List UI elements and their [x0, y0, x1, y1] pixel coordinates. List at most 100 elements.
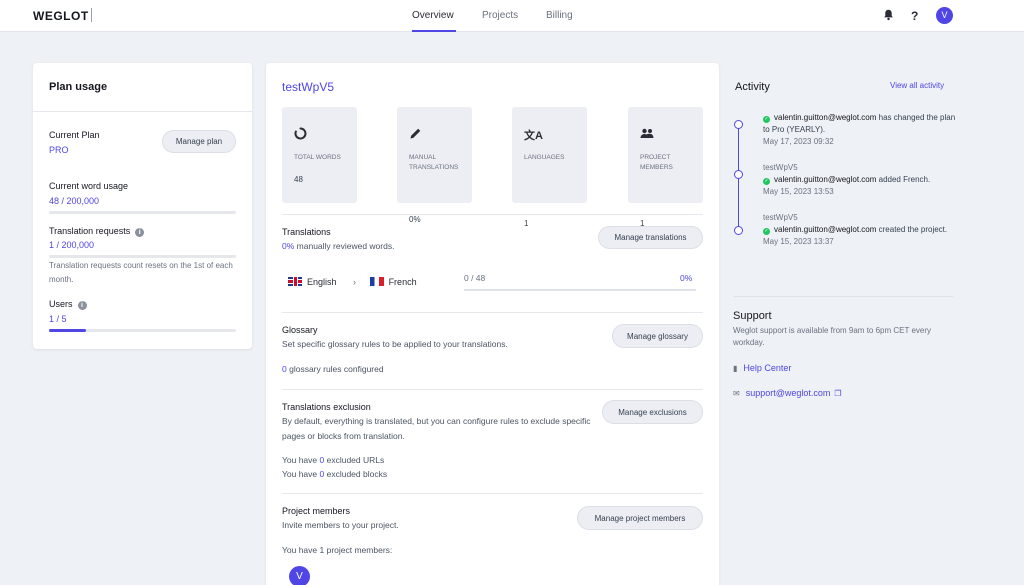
- stat-value: 0%: [409, 215, 421, 224]
- france-flag-icon: [369, 277, 384, 286]
- activity-item: testWpV5 ✓ valentin.guitton@weglot.com ad…: [763, 162, 958, 198]
- excluded-urls: You have 0 excluded URLs: [282, 453, 582, 468]
- reviewed-text: manually reviewed words.: [294, 241, 395, 251]
- word-usage-label: Current word usage: [49, 181, 129, 191]
- chevron-right-icon: ›: [353, 277, 357, 287]
- manage-translations-button[interactable]: Manage translations: [598, 226, 703, 249]
- members-count-suffix: project members:: [324, 545, 393, 555]
- timeline-dot: [734, 226, 743, 235]
- stat-value: 1: [524, 219, 529, 228]
- translation-requests-label-text: Translation requests: [49, 226, 131, 236]
- activity-project: testWpV5: [763, 163, 798, 172]
- exclusion-desc: By default, everything is translated, bu…: [282, 416, 591, 441]
- current-plan-label: Current Plan: [49, 130, 100, 140]
- nav-overview[interactable]: Overview: [412, 10, 454, 21]
- users-label-text: Users: [49, 299, 73, 309]
- info-icon[interactable]: i: [77, 301, 87, 310]
- translation-progress-count: 0 / 48: [464, 273, 486, 283]
- stat-total-words: TOTAL WORDS 48: [282, 107, 357, 203]
- project-card: testWpV5 TOTAL WORDS 48 MANUAL TRANSLATI…: [266, 63, 719, 585]
- success-check-icon: ✓: [763, 116, 770, 123]
- word-usage-bar: [49, 211, 236, 214]
- member-avatar[interactable]: V: [289, 566, 310, 585]
- language-pair[interactable]: English › French: [288, 277, 417, 287]
- nav-billing[interactable]: Billing: [546, 10, 573, 21]
- glossary-title: Glossary: [282, 325, 318, 335]
- help-center-label: Help Center: [743, 363, 792, 373]
- support-email-link[interactable]: ✉ support@weglot.com ❐: [733, 388, 842, 398]
- users-bar-fill: [49, 329, 87, 332]
- pencil-icon: [409, 127, 422, 143]
- users-value: 1 / 5: [49, 314, 67, 324]
- translation-requests-value: 1 / 200,000: [49, 240, 95, 250]
- activity-title: Activity: [735, 81, 770, 93]
- divider: [282, 312, 703, 313]
- translation-requests-label: Translation requests i: [49, 226, 145, 237]
- excluded-blocks-suffix: excluded blocks: [324, 469, 388, 479]
- activity-date: May 15, 2023 13:37: [763, 237, 834, 246]
- reviewed-pct: 0%: [282, 241, 295, 251]
- divider: [282, 389, 703, 390]
- glossary-desc: Set specific glossary rules to be applie…: [282, 339, 508, 349]
- activity-project: testWpV5: [763, 213, 798, 222]
- activity-item: testWpV5 ✓ valentin.guitton@weglot.com cr…: [763, 212, 958, 248]
- activity-item: ✓ valentin.guitton@weglot.com has changed…: [763, 112, 958, 148]
- translation-requests-bar: [49, 255, 236, 258]
- book-icon: ▮: [733, 364, 738, 373]
- bell-icon[interactable]: [883, 9, 894, 24]
- activity-user: valentin.guitton@weglot.com: [774, 175, 877, 184]
- members-desc: Invite members to your project.: [282, 520, 399, 530]
- divider: [282, 493, 703, 494]
- help-center-link[interactable]: ▮ Help Center: [733, 363, 791, 373]
- success-check-icon: ✓: [763, 228, 770, 235]
- view-all-activity-link[interactable]: View all activity: [890, 81, 944, 90]
- activity-user: valentin.guitton@weglot.com: [774, 225, 877, 234]
- top-bar: WEGLOT Overview Projects Billing ? V: [0, 0, 1024, 32]
- timeline-dot: [734, 170, 743, 179]
- translation-progress-pct: 0%: [680, 273, 693, 283]
- translation-progress-bar: [464, 289, 696, 291]
- project-name[interactable]: testWpV5: [282, 80, 334, 94]
- translations-reviewed: 0% manually reviewed words.: [282, 239, 582, 254]
- nav-active-underline: [412, 30, 456, 32]
- support-text: Weglot support is available from 9am to …: [733, 326, 932, 347]
- nav-projects[interactable]: Projects: [482, 10, 518, 21]
- users-bar: [49, 329, 236, 332]
- activity-text: added French.: [876, 175, 931, 184]
- translation-requests-note: Translation requests count resets on the…: [49, 261, 233, 284]
- users-icon: [640, 127, 654, 142]
- current-plan-value: PRO: [49, 145, 69, 155]
- divider: [282, 214, 703, 215]
- timeline-dot: [734, 120, 743, 129]
- success-check-icon: ✓: [763, 178, 770, 185]
- translate-icon: 文A: [524, 130, 543, 142]
- translations-title: Translations: [282, 227, 331, 237]
- info-icon[interactable]: i: [135, 228, 145, 237]
- user-avatar[interactable]: V: [936, 7, 953, 24]
- word-usage-value: 48 / 200,000: [49, 196, 100, 206]
- stat-label: LANGUAGES: [524, 154, 565, 161]
- support-email-label: support@weglot.com: [745, 388, 831, 398]
- divider: [33, 111, 252, 112]
- main-nav: Overview Projects Billing: [0, 0, 1024, 32]
- stat-label: PROJECT MEMBERS: [640, 154, 673, 171]
- target-language: French: [388, 277, 417, 287]
- uk-flag-icon: [288, 277, 302, 286]
- support-title: Support: [733, 310, 772, 322]
- manage-plan-button[interactable]: Manage plan: [162, 130, 236, 153]
- manage-project-members-button[interactable]: Manage project members: [577, 506, 703, 530]
- stat-project-members: PROJECT MEMBERS 1: [628, 107, 703, 228]
- help-icon[interactable]: ?: [911, 9, 918, 23]
- stat-languages: 文A LANGUAGES 1: [512, 107, 587, 228]
- divider: [733, 296, 953, 297]
- members-count-prefix: You have: [282, 545, 320, 555]
- copy-icon[interactable]: ❐: [834, 389, 841, 398]
- manage-exclusions-button[interactable]: Manage exclusions: [602, 400, 703, 424]
- source-language: English: [307, 277, 337, 287]
- plan-usage-title: Plan usage: [49, 81, 108, 93]
- activity-date: May 17, 2023 09:32: [763, 137, 834, 146]
- members-count: You have 1 project members:: [282, 543, 582, 558]
- manage-glossary-button[interactable]: Manage glossary: [612, 324, 703, 348]
- stat-manual-translations: MANUAL TRANSLATIONS 0%: [397, 107, 472, 224]
- glossary-count: 0 glossary rules configured: [282, 362, 582, 377]
